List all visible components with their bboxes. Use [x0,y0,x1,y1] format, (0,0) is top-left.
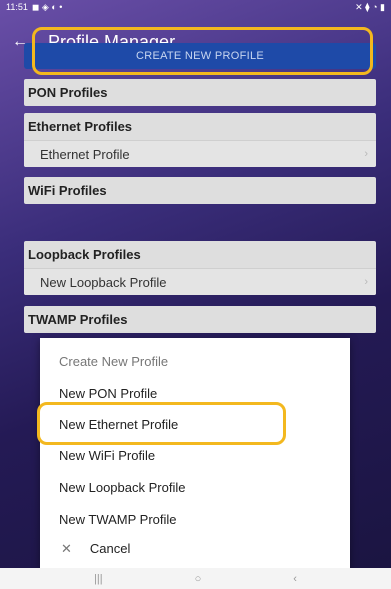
home-icon[interactable]: ○ [195,573,202,585]
section-header-twamp[interactable]: TWAMP Profiles [24,306,376,333]
list-item-label: Ethernet Profile [40,146,130,162]
section-header-pon[interactable]: PON Profiles [24,79,376,106]
cancel-button[interactable]: ✕ Cancel [61,541,130,557]
status-left-icons: ◼ ◈ ◐ • [31,1,63,12]
section-header-loopback[interactable]: Loopback Profiles [24,241,376,268]
back-icon[interactable]: ‹ [293,573,297,585]
status-time: 11:51 [6,2,28,12]
close-icon: ✕ [61,541,72,556]
cancel-label: Cancel [89,541,131,556]
menu-item-new-wifi-profile[interactable]: New WiFi Profile [59,448,155,463]
sheet-title: Create New Profile [59,354,169,369]
list-item-label: New Loopback Profile [40,274,167,290]
menu-item-new-ethernet-profile[interactable]: New Ethernet Profile [59,417,178,432]
profile-manager-screen: 11:51 ◼ ◈ ◐ • ✕ ⧫ ◔ ▮ ← Profile Manager … [0,0,391,589]
menu-item-new-loopback-profile[interactable]: New Loopback Profile [59,480,185,495]
section-ethernet: Ethernet Profiles Ethernet Profile › [24,113,376,167]
section-pon: PON Profiles [24,79,376,106]
menu-item-new-pon-profile[interactable]: New PON Profile [59,386,157,401]
list-item-ethernet-profile[interactable]: Ethernet Profile › [24,140,376,167]
chevron-right-icon: › [364,148,368,160]
section-twamp: TWAMP Profiles [24,306,376,333]
section-wifi: WiFi Profiles [24,177,376,204]
section-header-ethernet[interactable]: Ethernet Profiles [24,113,376,140]
chevron-right-icon: › [364,276,368,288]
status-right-icons: ✕ ⧫ ◔ ▮ [355,1,385,12]
list-item-loopback-profile[interactable]: New Loopback Profile › [24,268,376,295]
section-header-wifi[interactable]: WiFi Profiles [24,177,376,204]
create-profile-sheet: Create New Profile New PON Profile New E… [40,338,350,568]
status-bar: 11:51 ◼ ◈ ◐ • ✕ ⧫ ◔ ▮ [0,0,391,14]
system-nav-bar: ||| ○ ‹ [0,568,391,589]
create-new-profile-button[interactable]: CREATE NEW PROFILE [24,43,376,69]
section-loopback: Loopback Profiles New Loopback Profile › [24,241,376,295]
recent-apps-icon[interactable]: ||| [94,573,103,585]
menu-item-new-twamp-profile[interactable]: New TWAMP Profile [59,512,177,527]
